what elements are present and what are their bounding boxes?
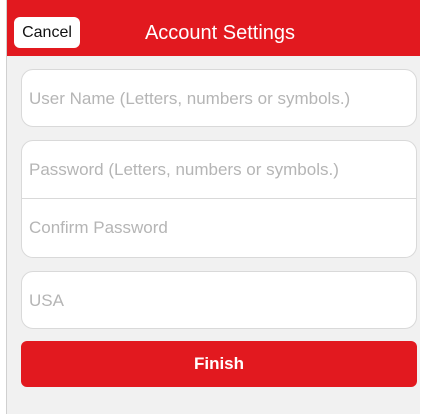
finish-button[interactable]: Finish: [21, 341, 417, 387]
username-card: [21, 69, 417, 127]
password-card: [21, 140, 417, 258]
username-input[interactable]: [22, 70, 416, 126]
page-title: Account Settings: [144, 22, 296, 44]
confirm-password-input[interactable]: [22, 199, 416, 256]
cancel-button[interactable]: Cancel: [14, 17, 80, 48]
header-bar: Cancel Account Settings: [7, 0, 420, 56]
password-input[interactable]: [22, 141, 416, 198]
country-card: [21, 271, 417, 329]
app-screen: Cancel Account Settings Finish: [6, 0, 420, 414]
country-input[interactable]: [22, 272, 416, 328]
